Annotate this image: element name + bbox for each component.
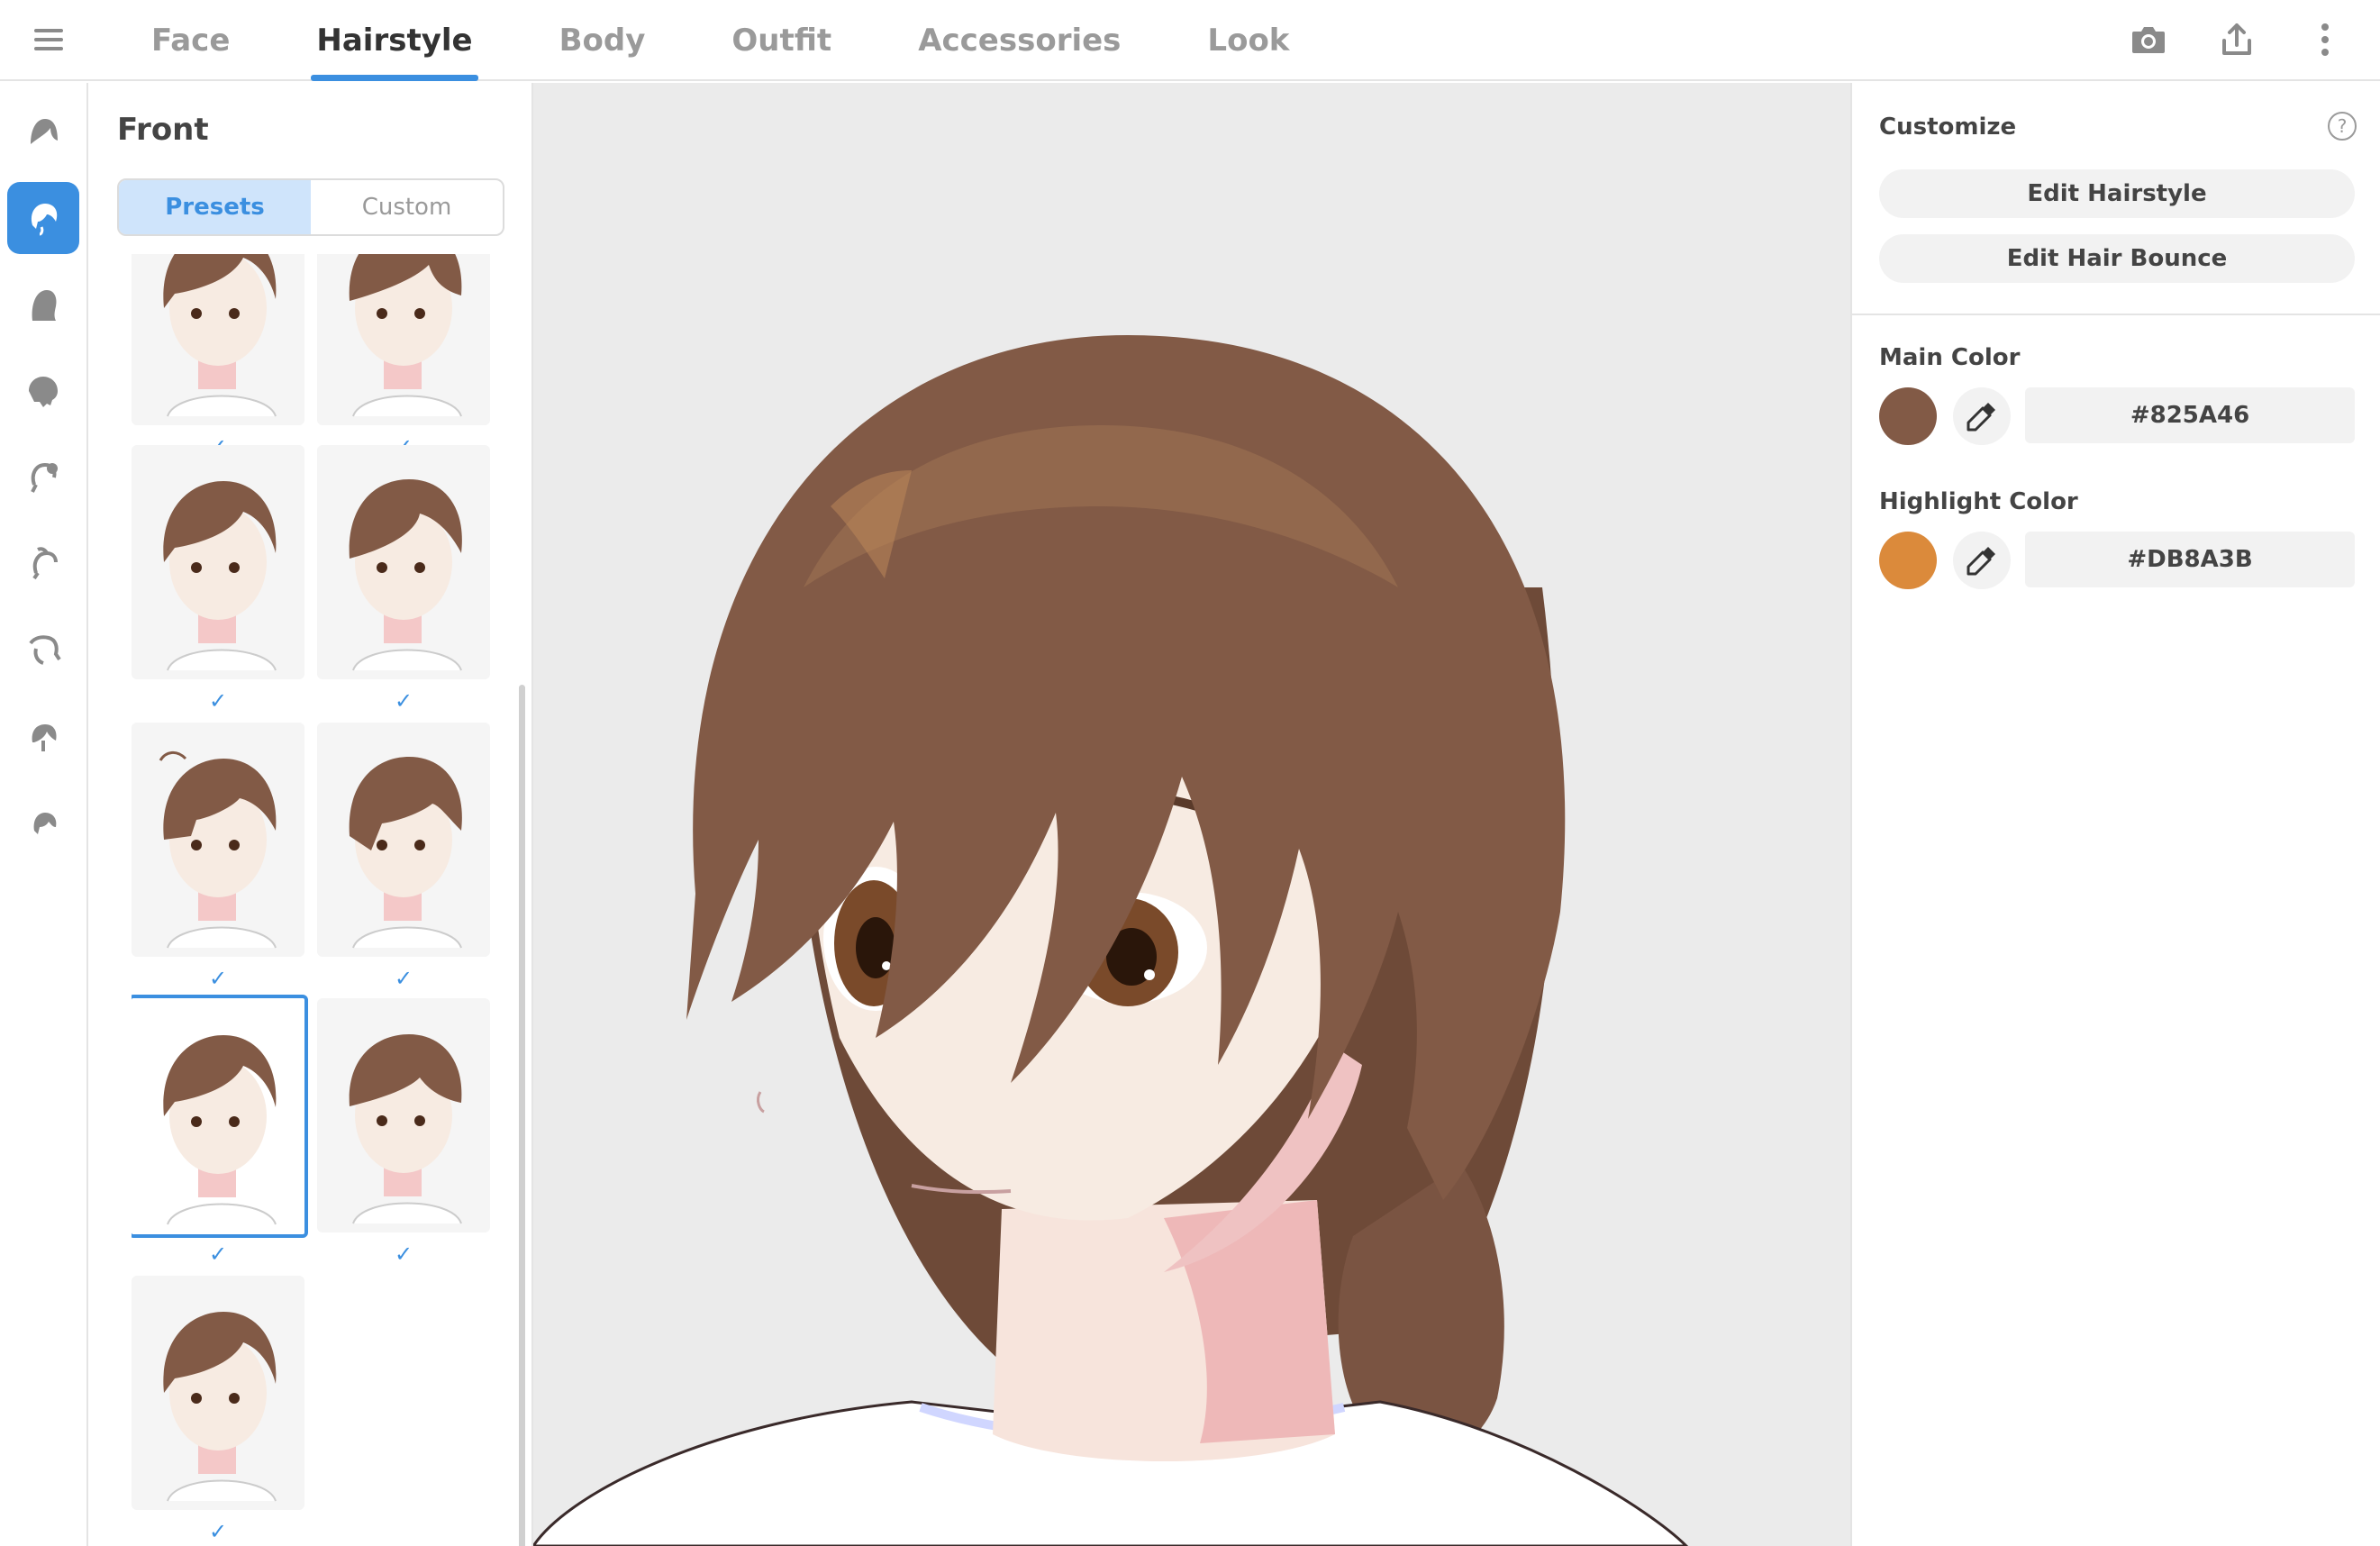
hair-front-icon[interactable] — [7, 182, 79, 254]
preset-thumbnail[interactable] — [317, 998, 490, 1232]
help-icon[interactable]: ? — [2328, 112, 2357, 141]
preset-thumbnail[interactable] — [317, 723, 490, 957]
hair-ahoge-icon[interactable] — [7, 528, 79, 600]
more-vertical-icon[interactable] — [2306, 16, 2344, 63]
preset-check: ✓ — [208, 966, 228, 991]
tab-look[interactable]: Look — [1164, 0, 1332, 81]
preset-check: ✓ — [208, 1519, 228, 1544]
camera-icon[interactable] — [2130, 16, 2167, 63]
highlight-color-hex-input[interactable]: #DB8A3B — [2025, 532, 2355, 587]
panel-scrollbar[interactable] — [519, 685, 525, 1546]
custom-tab[interactable]: Custom — [311, 180, 503, 234]
preset-check: ✓ — [208, 688, 228, 714]
customize-title: Customize — [1879, 114, 2017, 141]
preset-thumbnail[interactable] — [132, 723, 304, 957]
tab-outfit[interactable]: Outfit — [688, 0, 875, 81]
hair-base-icon[interactable] — [7, 95, 79, 168]
presets-panel: Front Presets Custom ✓ ✓ ✓ ✓ ✓ ✓ ✓ ✓ ✓ — [88, 83, 533, 1546]
presets-tab[interactable]: Presets — [119, 180, 311, 234]
preset-grid: ✓ ✓ ✓ ✓ ✓ ✓ ✓ ✓ ✓ — [132, 254, 492, 1546]
top-bar: Face Hairstyle Body Outfit Accessories L… — [0, 0, 2380, 81]
preset-check: ✓ — [394, 1241, 413, 1267]
edit-hair-bounce-button[interactable]: Edit Hair Bounce — [1879, 234, 2355, 283]
hair-tail-icon[interactable] — [7, 614, 79, 687]
hair-extra-icon[interactable] — [7, 701, 79, 773]
tab-face[interactable]: Face — [108, 0, 273, 81]
tab-accessories[interactable]: Accessories — [875, 0, 1164, 81]
preset-check: ✓ — [394, 966, 413, 991]
hair-back-icon[interactable] — [7, 355, 79, 427]
panel-title: Front — [117, 112, 209, 148]
main-color-hex-input[interactable]: #825A46 — [2025, 387, 2355, 443]
preset-check: ✓ — [394, 688, 413, 714]
customize-panel: Customize ? Edit Hairstyle Edit Hair Bou… — [1850, 83, 2380, 1546]
preset-thumbnail[interactable] — [132, 254, 304, 425]
preset-thumbnail-selected[interactable] — [132, 995, 308, 1238]
preset-thumbnail[interactable] — [317, 254, 490, 425]
share-icon[interactable] — [2218, 16, 2256, 63]
main-color-swatch[interactable] — [1879, 387, 1937, 445]
preset-thumbnail[interactable] — [132, 445, 304, 679]
hair-accent-icon[interactable] — [7, 787, 79, 859]
category-tabs: Face Hairstyle Body Outfit Accessories L… — [108, 0, 1332, 81]
preset-check: ✓ — [208, 1241, 228, 1267]
edit-hairstyle-button[interactable]: Edit Hairstyle — [1879, 169, 2355, 218]
preset-thumbnail[interactable] — [317, 445, 490, 679]
tab-body[interactable]: Body — [516, 0, 689, 81]
hair-bun-icon[interactable] — [7, 441, 79, 514]
tab-hairstyle[interactable]: Hairstyle — [273, 0, 515, 81]
highlight-color-label: Highlight Color — [1879, 488, 2078, 515]
main-eyedropper-icon[interactable] — [1953, 387, 2011, 445]
hair-side-icon[interactable] — [7, 268, 79, 341]
presets-custom-segment: Presets Custom — [117, 178, 504, 236]
divider — [1852, 314, 2380, 315]
avatar-preview — [533, 335, 1689, 1546]
highlight-color-swatch[interactable] — [1879, 532, 1937, 589]
preset-thumbnail[interactable] — [132, 1276, 304, 1510]
hair-part-rail — [0, 83, 88, 1546]
main-color-label: Main Color — [1879, 344, 2021, 371]
menu-icon[interactable] — [34, 23, 67, 56]
avatar-viewport[interactable] — [533, 83, 1850, 1546]
highlight-eyedropper-icon[interactable] — [1953, 532, 2011, 589]
